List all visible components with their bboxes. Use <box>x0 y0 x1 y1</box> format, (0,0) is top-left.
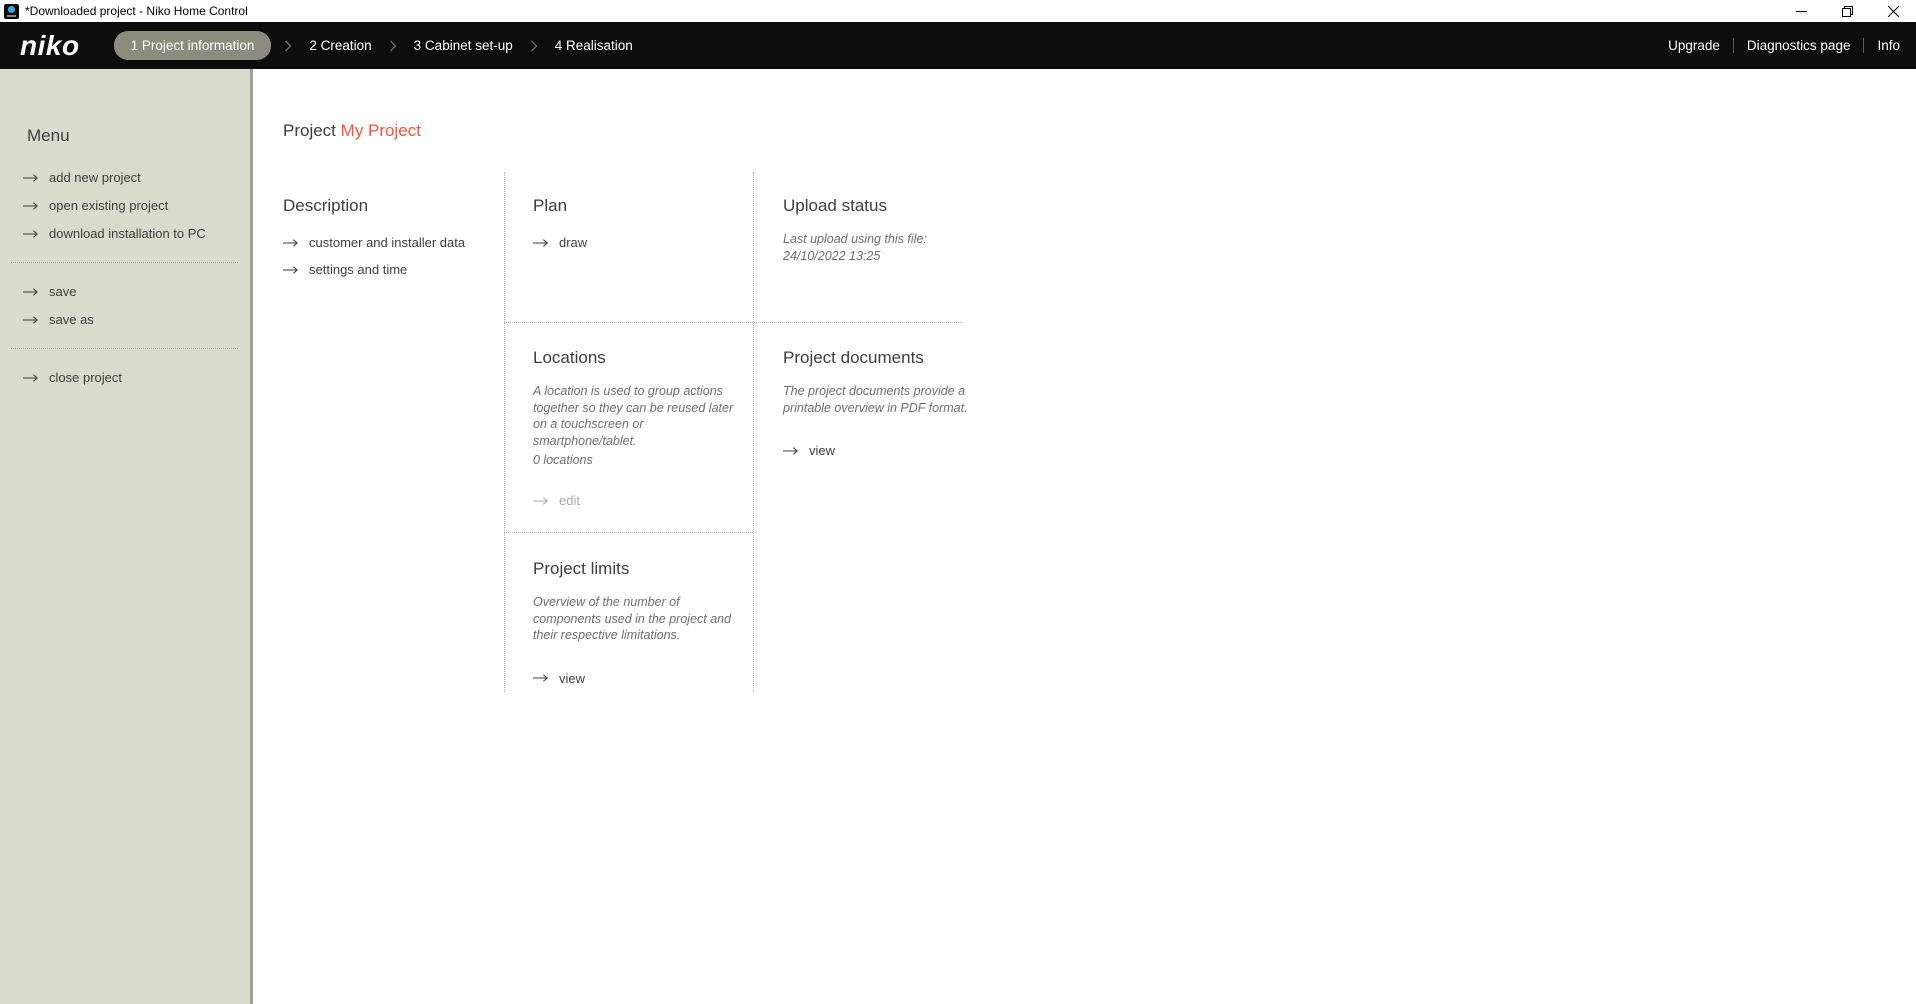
step-creation[interactable]: 2 Creation <box>305 31 375 60</box>
arrow-right-icon <box>23 201 38 210</box>
arrow-right-icon <box>533 496 548 505</box>
horizontal-divider <box>504 532 753 533</box>
chevron-right-icon <box>530 40 538 52</box>
wizard-steps: 1 Project information 2 Creation 3 Cabin… <box>113 31 637 60</box>
menu-title: Menu <box>27 126 70 145</box>
view-project-documents-link[interactable]: view <box>783 443 968 458</box>
minimize-button[interactable] <box>1778 0 1824 22</box>
vertical-divider <box>753 172 754 692</box>
chevron-right-icon <box>284 40 292 52</box>
chevron-right-icon <box>389 40 397 52</box>
arrow-right-icon <box>533 238 548 247</box>
niko-logo: niko <box>20 29 80 61</box>
link-label: edit <box>559 493 580 508</box>
arrow-right-icon <box>533 674 548 682</box>
section-title: Project documents <box>783 348 924 367</box>
restore-icon <box>1841 5 1853 17</box>
settings-and-time-link[interactable]: settings and time <box>283 262 498 277</box>
menu-item-label: save <box>49 284 77 299</box>
section-title: Plan <box>533 196 568 215</box>
arrow-right-icon <box>23 373 38 382</box>
section-title: Locations <box>533 348 606 367</box>
restore-button[interactable] <box>1824 0 1870 22</box>
vertical-divider <box>504 172 505 692</box>
project-documents-description: The project documents provide a printabl… <box>783 384 968 415</box>
upload-status-text: Last upload using this file: 24/10/2022 … <box>783 231 973 264</box>
content-area: Menu add new project open existing proje… <box>0 69 1916 1004</box>
arrow-right-icon <box>283 238 298 247</box>
menu-item-label: download installation to PC <box>49 226 206 241</box>
view-project-limits-link[interactable]: view <box>533 671 738 686</box>
upload-status-line1: Last upload using this file: <box>783 232 927 246</box>
section-project-documents: Project documents The project documents … <box>783 348 968 458</box>
menu-item-label: close project <box>49 370 122 385</box>
link-label: draw <box>559 235 588 250</box>
arrow-right-icon <box>783 446 798 455</box>
section-title: Upload status <box>783 196 887 215</box>
edit-locations-link[interactable]: edit <box>533 493 749 508</box>
horizontal-divider <box>504 322 963 323</box>
project-name: My Project <box>340 121 421 140</box>
step-realisation[interactable]: 4 Realisation <box>551 31 637 60</box>
customer-installer-data-link[interactable]: customer and installer data <box>283 235 498 250</box>
separator <box>1863 38 1865 53</box>
locations-description: A location is used to group actions toge… <box>533 384 734 448</box>
upload-status-timestamp: 24/10/2022 13:25 <box>783 248 881 263</box>
menu-divider <box>11 262 238 263</box>
nav-right-links: Upgrade Diagnostics page Info <box>1668 38 1900 53</box>
diagnostics-page-link[interactable]: Diagnostics page <box>1747 38 1851 53</box>
section-title: Description <box>283 196 369 215</box>
arrow-right-icon <box>23 287 38 296</box>
menu-item-open-existing-project[interactable]: open existing project <box>23 198 250 213</box>
arrow-right-icon <box>23 315 38 324</box>
page-title: Project My Project <box>283 121 421 141</box>
section-upload-status: Upload status Last upload using this fil… <box>783 196 973 264</box>
link-label: settings and time <box>309 262 408 277</box>
link-label: view <box>809 443 836 458</box>
section-title: Project limits <box>533 559 630 578</box>
link-label: view <box>559 670 586 686</box>
section-description: Description customer and installer data … <box>283 196 498 277</box>
arrow-right-icon <box>283 265 298 274</box>
project-limits-description: Overview of the number of components use… <box>533 595 732 642</box>
menu-item-save-as[interactable]: save as <box>23 312 250 327</box>
minimize-icon <box>1795 10 1807 12</box>
arrow-right-icon <box>23 229 38 238</box>
page-title-prefix: Project <box>283 121 336 140</box>
menu-item-save[interactable]: save <box>23 284 250 299</box>
info-link[interactable]: Info <box>1877 38 1900 53</box>
step-project-information[interactable]: 1 Project information <box>113 31 272 60</box>
section-locations: Locations A location is used to group ac… <box>533 348 749 508</box>
menu-item-label: add new project <box>49 170 141 185</box>
main-panel: Project My Project Description customer … <box>253 69 1916 1004</box>
section-plan: Plan draw <box>533 196 733 250</box>
separator <box>1732 38 1734 53</box>
locations-count: 0 locations <box>533 453 593 467</box>
menu-item-label: open existing project <box>49 198 169 213</box>
section-project-limits: Project limits Overview of the number of… <box>533 559 738 686</box>
menu-item-close-project[interactable]: close project <box>23 370 250 385</box>
menu-item-download-installation[interactable]: download installation to PC <box>23 226 250 241</box>
step-cabinet-setup[interactable]: 3 Cabinet set-up <box>410 31 517 60</box>
window-controls <box>1778 0 1916 22</box>
navbar: niko 1 Project information 2 Creation 3 … <box>0 22 1916 69</box>
close-button[interactable] <box>1870 0 1916 22</box>
link-label: customer and installer data <box>309 235 466 250</box>
window-title: *Downloaded project - Niko Home Control <box>25 4 248 18</box>
upgrade-link[interactable]: Upgrade <box>1668 38 1720 53</box>
arrow-right-icon <box>23 173 38 182</box>
app-icon <box>4 3 19 19</box>
close-icon <box>1887 5 1899 17</box>
menu-divider <box>11 348 238 349</box>
draw-link[interactable]: draw <box>533 235 733 250</box>
menu-item-add-new-project[interactable]: add new project <box>23 170 250 185</box>
titlebar: *Downloaded project - Niko Home Control <box>0 0 1916 22</box>
menu-item-label: save as <box>49 312 94 327</box>
sidebar-menu: Menu add new project open existing proje… <box>0 69 253 1004</box>
